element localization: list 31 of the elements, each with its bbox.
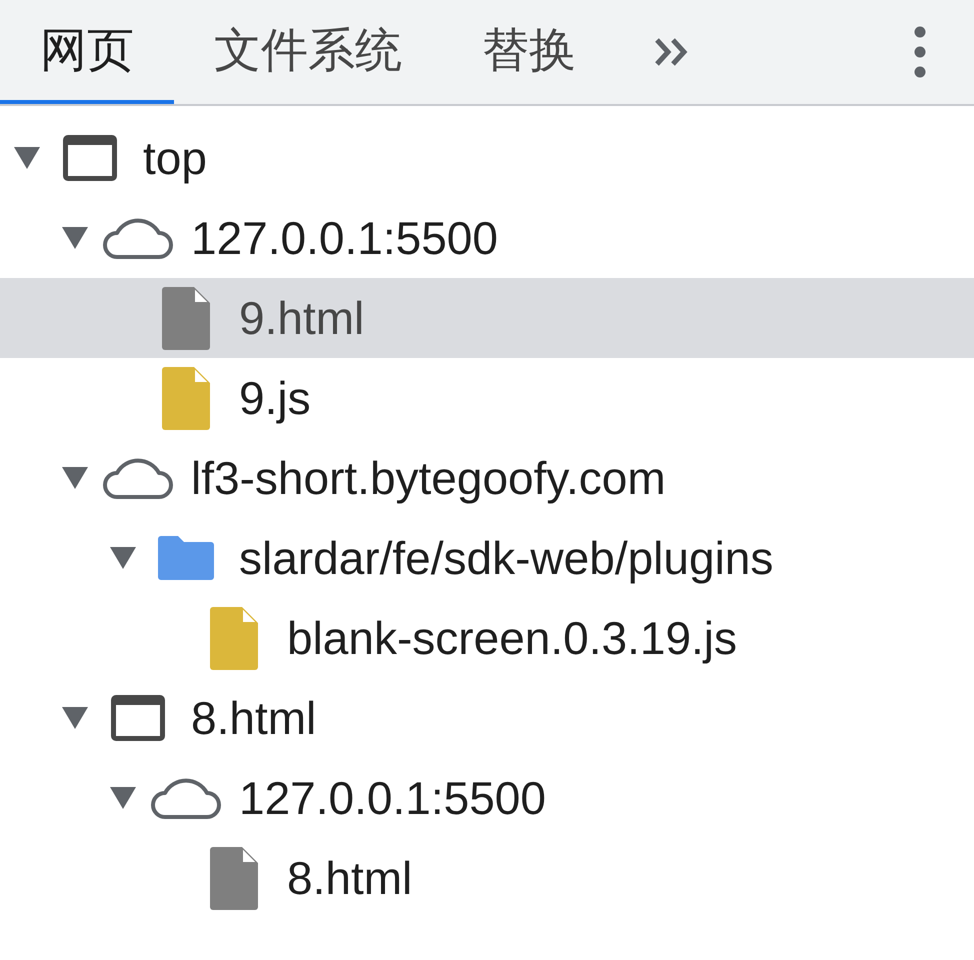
cloud-icon xyxy=(103,456,173,500)
double-chevron-right-icon xyxy=(654,37,690,67)
tree-item[interactable]: 9.html xyxy=(0,278,974,358)
tree-item[interactable]: lf3-short.bytegoofy.com xyxy=(0,438,974,518)
cloud-icon xyxy=(151,776,221,820)
tree-item[interactable]: 9.js xyxy=(0,358,974,438)
caret-icon[interactable] xyxy=(14,147,40,169)
folder-icon xyxy=(158,536,214,580)
tree-item[interactable]: 127.0.0.1:5500 xyxy=(0,758,974,838)
caret-icon[interactable] xyxy=(62,707,88,729)
tree-item[interactable]: blank-screen.0.3.19.js xyxy=(0,598,974,678)
caret-icon[interactable] xyxy=(110,787,136,809)
tree-item[interactable]: slardar/fe/sdk-web/plugins xyxy=(0,518,974,598)
more-vertical-icon xyxy=(914,26,926,78)
document-icon xyxy=(162,286,210,350)
script-file-icon xyxy=(210,606,258,670)
tab[interactable]: 文件系统 xyxy=(174,0,442,104)
tab[interactable]: 网页 xyxy=(0,0,174,104)
caret-icon[interactable] xyxy=(110,547,136,569)
tab[interactable]: 替换 xyxy=(442,0,616,104)
window-icon xyxy=(63,135,117,181)
caret-icon[interactable] xyxy=(62,467,88,489)
document-icon xyxy=(210,846,258,910)
script-file-icon xyxy=(162,366,210,430)
tree-item[interactable]: 8.html xyxy=(0,678,974,758)
tree-item[interactable]: 8.html xyxy=(0,838,974,918)
tree-item[interactable]: 127.0.0.1:5500 xyxy=(0,198,974,278)
tree-item[interactable]: top xyxy=(0,118,974,198)
cloud-icon xyxy=(103,216,173,260)
window-icon xyxy=(111,695,165,741)
caret-icon[interactable] xyxy=(62,227,88,249)
